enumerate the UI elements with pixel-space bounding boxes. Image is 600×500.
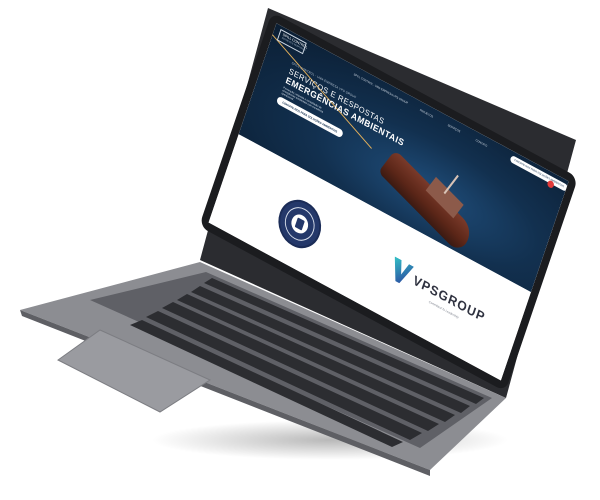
nav-item-contact[interactable]: CONTATO (475, 138, 488, 148)
nav-item-services[interactable]: SERVIÇOS (447, 123, 461, 134)
site-logo[interactable]: SPILL CONTROL SERVIÇOS E RESPOSTAS (276, 28, 308, 55)
ship-mast (443, 174, 459, 195)
shield-icon (294, 217, 305, 231)
laptop-mockup: SPILL CONTROL SERVIÇOS E RESPOSTAS SPILL… (0, 0, 600, 500)
nav-item-projects[interactable]: PROJETOS (419, 108, 433, 119)
